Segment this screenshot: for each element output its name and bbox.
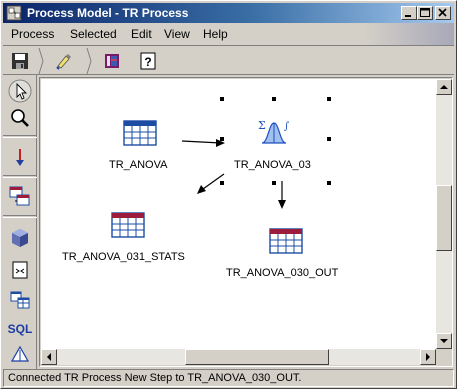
scroll-down-button[interactable] <box>436 333 452 349</box>
book-icon[interactable] <box>101 50 123 72</box>
toolbar: ? <box>3 45 454 75</box>
title-bar[interactable]: Process Model - TR Process <box>3 3 454 23</box>
menu-edit[interactable]: Edit <box>131 27 152 41</box>
toolbar-separator <box>37 47 45 75</box>
tables-icon[interactable] <box>7 287 33 313</box>
palette-separator <box>3 175 37 178</box>
sql-icon-label: SQL <box>8 322 33 336</box>
status-text: Connected TR Process New Step to TR_ANOV… <box>8 372 302 384</box>
process-model-window: Process Model - TR Process Process Selec… <box>0 0 457 389</box>
svg-text:Σ: Σ <box>258 119 266 132</box>
menu-selected[interactable]: Selected <box>70 27 117 41</box>
maximize-button[interactable] <box>417 6 433 20</box>
save-icon[interactable] <box>9 50 31 72</box>
vertical-scroll-thumb[interactable] <box>436 185 452 251</box>
triangle-icon[interactable] <box>7 341 33 367</box>
node-label-tr-anova-031-stats[interactable]: TR_ANOVA_031_STATS <box>62 251 185 263</box>
scrollbar-corner <box>436 349 452 365</box>
scroll-up-button[interactable] <box>436 79 452 95</box>
toolbar-separator <box>85 47 93 75</box>
cube-icon[interactable] <box>7 225 33 251</box>
close-button[interactable] <box>435 6 451 20</box>
node-label-tr-anova[interactable]: TR_ANOVA <box>109 159 167 171</box>
file-icon[interactable] <box>7 257 33 283</box>
pointer-icon[interactable] <box>7 78 33 104</box>
link-tr-anova-to-tr-anova-03[interactable] <box>181 139 225 147</box>
help-icon-label: ? <box>144 55 151 69</box>
node-label-tr-anova-03[interactable]: TR_ANOVA_03 <box>234 159 311 171</box>
svg-text:∫: ∫ <box>284 121 289 132</box>
palette-separator <box>3 135 37 138</box>
node-label-tr-anova-030-out[interactable]: TR_ANOVA_030_OUT <box>226 267 338 279</box>
palette-separator <box>3 215 37 218</box>
table-icon[interactable] <box>269 228 303 254</box>
minimize-button[interactable] <box>401 6 417 20</box>
menu-view[interactable]: View <box>164 27 190 41</box>
help-icon[interactable]: ? <box>137 50 159 72</box>
app-icon <box>6 5 22 21</box>
horizontal-scrollbar[interactable] <box>41 349 436 365</box>
table-link-icon[interactable] <box>7 183 33 209</box>
horizontal-scroll-thumb[interactable] <box>185 349 329 365</box>
link-tr-anova-03-to-stats[interactable] <box>197 173 225 194</box>
highlighter-icon[interactable] <box>53 50 75 72</box>
vertical-scrollbar[interactable] <box>436 79 452 349</box>
sql-icon[interactable]: SQL <box>7 315 33 341</box>
window-title: Process Model - TR Process <box>27 6 189 20</box>
zoom-icon[interactable] <box>7 105 33 131</box>
link-tr-anova-03-to-out[interactable] <box>278 181 286 209</box>
menu-bar: Process Selected Edit View Help <box>3 23 454 45</box>
scroll-right-button[interactable] <box>420 349 436 365</box>
scroll-left-button[interactable] <box>41 349 57 365</box>
table-icon[interactable] <box>123 120 157 146</box>
table-icon[interactable] <box>111 212 145 238</box>
statistics-icon[interactable]: Σ ∫ <box>258 117 290 145</box>
menu-decoration <box>364 23 454 45</box>
link-arrow-icon[interactable] <box>7 145 33 171</box>
status-bar: Connected TR Process New Step to TR_ANOV… <box>3 369 454 387</box>
diagram-frame: Σ ∫ TR_ANOVA TR_ANOVA_03 TR_ANOVA_031_ST… <box>39 77 453 367</box>
menu-process[interactable]: Process <box>11 27 54 41</box>
menu-help[interactable]: Help <box>203 27 228 41</box>
tool-palette: SQL <box>3 75 37 369</box>
diagram-canvas[interactable]: Σ ∫ TR_ANOVA TR_ANOVA_03 TR_ANOVA_031_ST… <box>41 79 436 349</box>
